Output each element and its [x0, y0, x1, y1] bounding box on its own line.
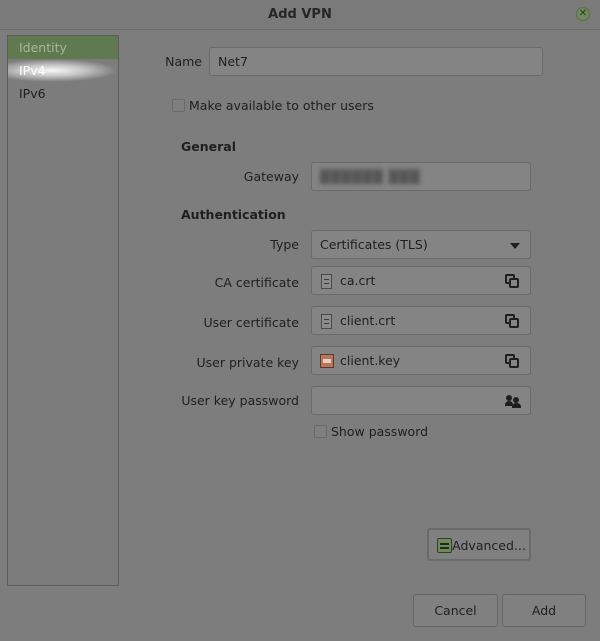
file-icon [321, 314, 332, 329]
advanced-button[interactable]: Advanced... [427, 528, 531, 561]
file-icon [321, 274, 332, 289]
sidebar: Identity IPv4 IPv6 [7, 35, 119, 586]
auth-heading: Authentication [181, 207, 286, 222]
type-select[interactable]: Certificates (TLS) [311, 230, 531, 259]
name-input[interactable]: Net7 [209, 47, 543, 76]
window-title: Add VPN [268, 7, 332, 22]
available-label: Make available to other users [189, 98, 374, 113]
user-certificate-chooser[interactable]: client.crt [311, 306, 531, 335]
gateway-value: ██████ ███ [320, 169, 421, 184]
chevron-down-icon [510, 243, 520, 249]
browse-icon[interactable] [505, 354, 521, 368]
type-label: Type [270, 237, 299, 252]
ca-certificate-chooser[interactable]: ca.crt [311, 266, 531, 295]
cancel-button[interactable]: Cancel [413, 594, 498, 627]
user-certificate-label: User certificate [203, 315, 299, 330]
add-button[interactable]: Add [502, 594, 586, 627]
private-key-value: client.key [340, 353, 401, 368]
gateway-input[interactable]: ██████ ███ [311, 162, 531, 191]
private-key-label: User private key [196, 355, 299, 370]
ca-certificate-label: CA certificate [214, 275, 299, 290]
ca-certificate-value: ca.crt [340, 273, 376, 288]
key-icon [320, 354, 334, 368]
sidebar-item-identity[interactable]: Identity [8, 36, 118, 59]
show-password-label: Show password [331, 424, 429, 439]
settings-icon [437, 538, 452, 553]
private-key-chooser[interactable]: client.key [311, 346, 531, 375]
sidebar-item-ipv4[interactable]: IPv4 [8, 59, 118, 82]
gateway-label: Gateway [243, 169, 299, 184]
close-icon[interactable]: ✕ [576, 7, 590, 21]
type-value: Certificates (TLS) [320, 237, 428, 252]
browse-icon[interactable] [505, 274, 521, 288]
key-password-label: User key password [181, 393, 299, 408]
browse-icon[interactable] [505, 314, 521, 328]
general-heading: General [181, 139, 236, 154]
title-bar: Add VPN ✕ [0, 0, 600, 30]
advanced-button-label: Advanced... [452, 538, 526, 553]
user-certificate-value: client.crt [340, 313, 396, 328]
users-icon[interactable] [505, 393, 521, 408]
key-password-input[interactable] [311, 386, 531, 415]
available-checkbox[interactable] [172, 99, 185, 112]
sidebar-item-ipv6[interactable]: IPv6 [8, 82, 118, 105]
show-password-checkbox[interactable] [314, 425, 327, 438]
name-label: Name [165, 54, 202, 69]
